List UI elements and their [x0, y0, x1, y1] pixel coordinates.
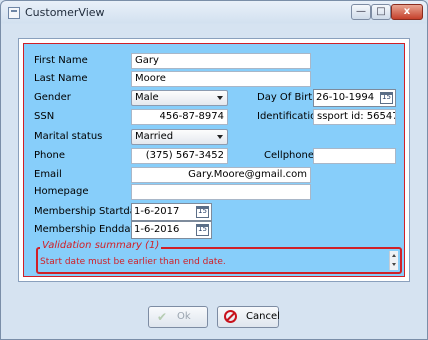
scroll-up-icon[interactable] [392, 254, 396, 257]
last-name-label: Last Name [34, 73, 88, 84]
content-panel: First Name Gary Last Name Moore Gender M… [18, 38, 410, 282]
cellphone-input[interactable] [313, 148, 396, 164]
maximize-button[interactable]: □ [371, 4, 391, 20]
email-label: Email [34, 169, 62, 180]
cancel-icon [224, 310, 237, 323]
chevron-down-icon [217, 135, 223, 139]
membership-startdate-label: Membership Startdate [34, 206, 146, 217]
membership-enddate-label: Membership Enddate [34, 224, 141, 235]
first-name-label: First Name [34, 55, 88, 66]
phone-label: Phone [34, 150, 65, 161]
calendar-icon[interactable]: 15 [196, 224, 209, 236]
validation-summary: Validation summary (1) Start date must b… [36, 240, 402, 274]
last-name-input[interactable]: Moore [131, 71, 311, 87]
membership-startdate-picker[interactable]: 1-6-2017 15 [131, 203, 212, 221]
membership-startdate-value: 1-6-2017 [134, 206, 180, 217]
marital-status-value: Married [135, 131, 174, 142]
ssn-input[interactable]: 456-87-8974 [131, 109, 228, 125]
phone-input[interactable]: (375) 567-3452 [131, 148, 228, 164]
validation-summary-title: Validation summary (1) [40, 240, 162, 251]
cancel-button-label: Cancel [246, 311, 280, 322]
window-title: CustomerView [25, 6, 105, 19]
customer-view-window: CustomerView — □ x First Name Gary Last … [0, 0, 428, 340]
validation-message: Start date must be earlier than end date… [40, 257, 226, 267]
scroll-down-icon[interactable] [392, 263, 396, 266]
calendar-icon[interactable]: 15 [380, 92, 393, 104]
identification-input[interactable]: ssport id: 5654789 [313, 109, 396, 125]
customer-form: First Name Gary Last Name Moore Gender M… [23, 43, 405, 277]
membership-enddate-picker[interactable]: 1-6-2016 15 [131, 221, 212, 239]
ok-button[interactable]: ✔ Ok [148, 306, 208, 328]
membership-enddate-value: 1-6-2016 [134, 224, 180, 235]
calendar-icon[interactable]: 15 [196, 206, 209, 218]
minimize-button[interactable]: — [351, 4, 371, 20]
marital-status-label: Marital status [34, 131, 103, 142]
checkmark-icon: ✔ [156, 310, 168, 324]
cancel-button[interactable]: Cancel [217, 306, 280, 328]
homepage-input[interactable] [131, 184, 311, 200]
day-of-birth-value: 26-10-1994 [316, 92, 375, 103]
cellphone-label: Cellphone [264, 150, 314, 161]
marital-status-select[interactable]: Married [131, 129, 228, 145]
day-of-birth-label: Day Of Birth [257, 92, 319, 103]
homepage-label: Homepage [34, 186, 89, 197]
ok-button-label: Ok [177, 311, 191, 322]
gender-label: Gender [34, 92, 71, 103]
close-button[interactable]: x [391, 4, 423, 20]
validation-scrollbar[interactable] [389, 251, 398, 270]
window-app-icon [8, 7, 20, 19]
gender-select[interactable]: Male [131, 90, 228, 106]
gender-value: Male [135, 92, 159, 103]
day-of-birth-picker[interactable]: 26-10-1994 15 [313, 89, 396, 107]
chevron-down-icon [217, 96, 223, 100]
first-name-input[interactable]: Gary [131, 53, 311, 69]
title-bar[interactable]: CustomerView — □ x [1, 1, 427, 25]
email-input[interactable]: Gary.Moore@gmail.com [131, 167, 311, 183]
ssn-label: SSN [34, 111, 55, 122]
